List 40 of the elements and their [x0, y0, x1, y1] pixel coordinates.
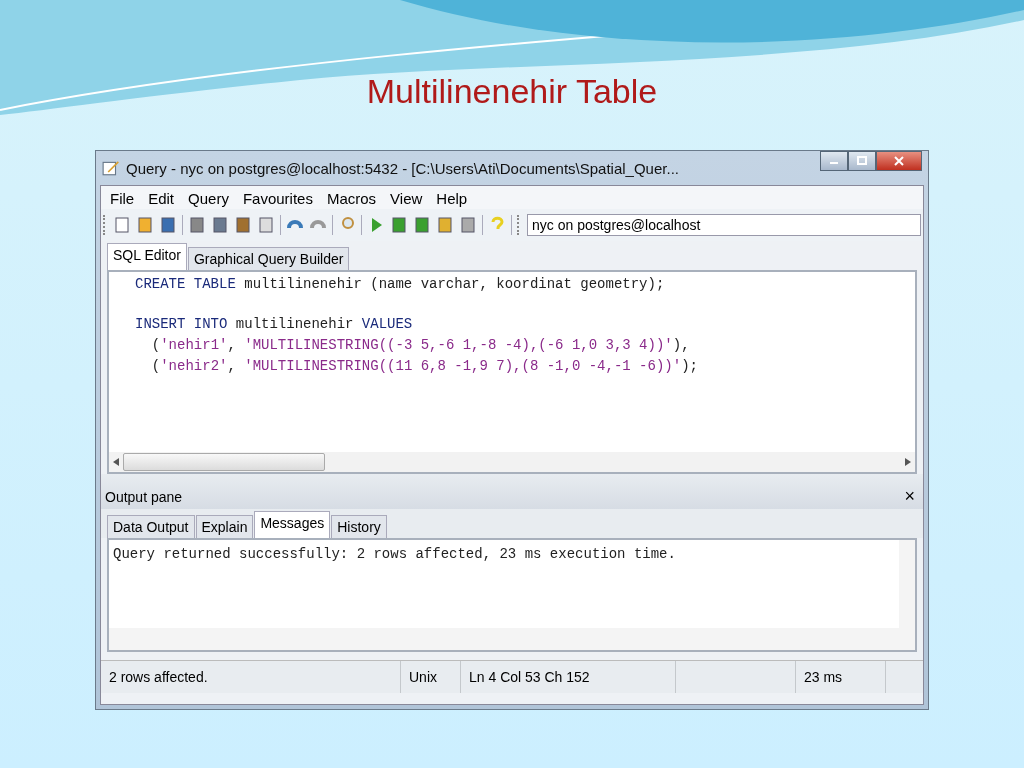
output-tab[interactable]: History [331, 515, 387, 538]
close-button[interactable] [876, 151, 922, 171]
code-line: ('nehir2', 'MULTILINESTRING((11 6,8 -1,9 7),(8 -1,0 -4,-1 -6))'); [150, 357, 699, 376]
editor-tab[interactable]: Graphical Query Builder [187, 247, 350, 270]
close-button[interactable]: × [900, 486, 919, 507]
scroll-right-icon[interactable] [905, 458, 911, 466]
menu-item[interactable]: Help [431, 190, 473, 207]
scroll-left-icon[interactable] [113, 458, 119, 466]
maximize-button[interactable] [848, 151, 876, 171]
menu-item[interactable]: Favourites [237, 190, 318, 207]
connection-dropdown[interactable]: nyc on postgres@localhost [527, 214, 921, 236]
menu-item[interactable]: Query [183, 190, 234, 207]
menu-item[interactable]: Edit [143, 190, 180, 207]
status-text: 2 rows affected. [101, 661, 401, 693]
menu-item[interactable]: File [105, 190, 140, 207]
pencil-icon [102, 159, 120, 177]
output-tab[interactable]: Messages [254, 511, 331, 538]
status-text: Unix [401, 661, 461, 693]
code-line: INSERT INTO multilinenehir VALUES [135, 315, 414, 334]
pane-title: Output pane [105, 488, 183, 505]
menu-item[interactable]: Macros [321, 190, 382, 207]
code-line: CREATE TABLE multilinenehir (name varchar, koordinat geometry); [135, 275, 666, 294]
horizontal-scrollbar[interactable] [109, 452, 915, 472]
horizontal-scrollbar[interactable] [109, 628, 915, 650]
menu-item[interactable]: View [385, 190, 428, 207]
message-text: Query returned successfully: 2 rows affected, 23 ms execution time. [112, 545, 677, 564]
slide-title: Multilinenehir Table [366, 72, 658, 111]
new-file-icon[interactable] [113, 216, 131, 234]
close-icon [894, 156, 904, 166]
output-tab[interactable]: Explain [195, 515, 254, 538]
minimize-button[interactable] [820, 151, 848, 171]
sql-editor[interactable] [107, 270, 917, 474]
vertical-scrollbar[interactable] [899, 540, 915, 628]
code-line: ('nehir1', 'MULTILINESTRING((-3 5,-6 1,-8 -4),(-6 1,0 3,3 4))'), [150, 336, 691, 355]
status-text: Ln 4 Col 53 Ch 152 [461, 661, 676, 693]
maximize-icon [857, 156, 867, 166]
editor-tab[interactable]: SQL Editor [107, 243, 187, 270]
window-title: Query - nyc on postgres@localhost:5432 - [C:\Users\Ati\Documents\Spatial_Quer... [126, 159, 680, 177]
output-tab[interactable]: Data Output [107, 515, 195, 538]
status-text: 23 ms [796, 661, 886, 693]
